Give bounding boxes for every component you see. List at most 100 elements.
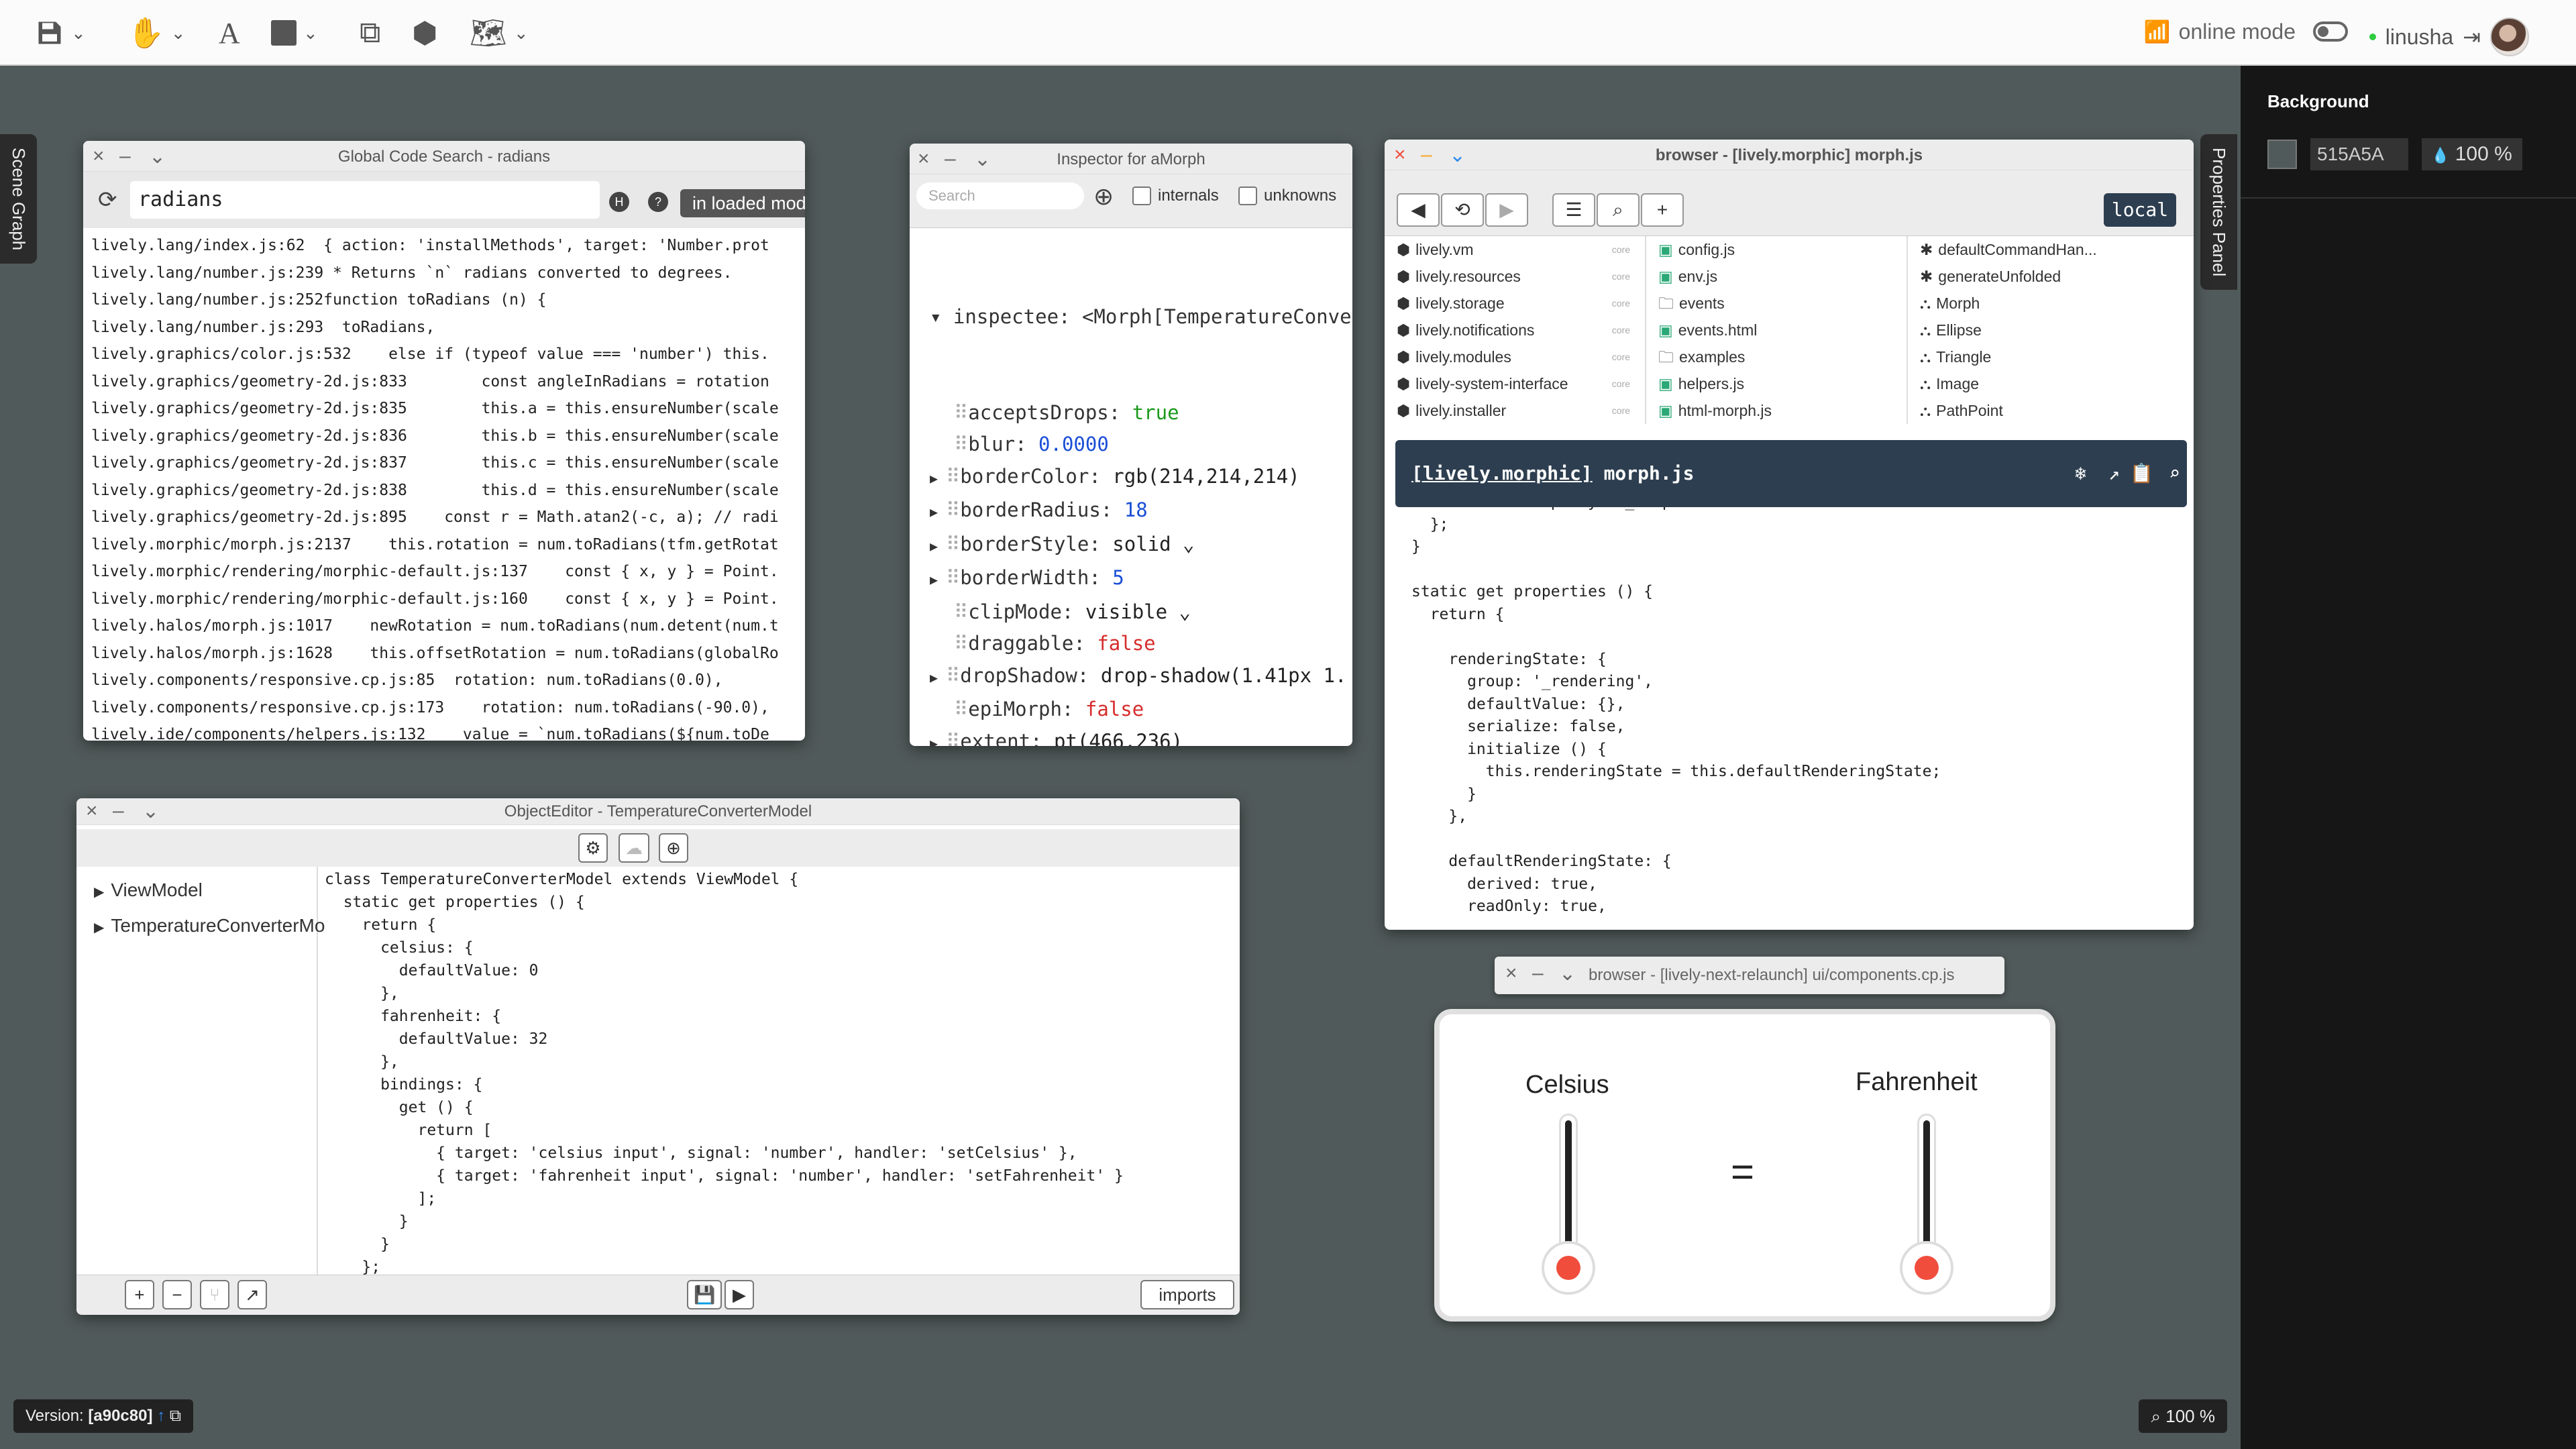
search-button[interactable]: ⌕ (1597, 193, 1640, 227)
converter-window-titlebar[interactable]: × – ⌄ browser - [lively-next-relaunch] u… (1495, 957, 2004, 994)
help-icon[interactable]: ? (648, 192, 668, 212)
hand-tool[interactable]: ✋ ⌄ (127, 15, 186, 51)
scene-graph-tab[interactable]: Scene Graph (0, 134, 37, 264)
list-button[interactable]: ☰ (1552, 193, 1595, 227)
search-result-row[interactable]: lively.halos/morph.js:1017 newRotation =… (91, 612, 779, 640)
history-button[interactable]: ⟲ (1441, 193, 1484, 227)
internals-checkbox[interactable] (1132, 186, 1151, 205)
shape-tool[interactable]: ⌄ (271, 15, 318, 51)
source-editor[interactable]: valueStoreProperty: '_morphicState' };}s… (1411, 491, 1941, 918)
search-input[interactable]: Search (916, 182, 1084, 209)
user-menu[interactable]: linusha ⇥ (2369, 17, 2529, 56)
search-result-row[interactable]: lively.morphic/rendering/morphic-default… (91, 558, 779, 586)
save-menu[interactable]: ⌄ (35, 15, 86, 51)
search-input[interactable]: radians (130, 181, 600, 219)
property-value[interactable]: drop-shadow(1.41px 1. (1101, 664, 1347, 687)
property-value[interactable]: 18 (1124, 498, 1148, 521)
property-row[interactable]: ▶ ⠿borderRadius: 18 (930, 494, 1352, 529)
property-value[interactable]: visible ⌄ (1085, 600, 1191, 623)
add-button[interactable]: + (125, 1280, 154, 1309)
module-item[interactable]: 🗀 examples (1658, 343, 1907, 370)
fahrenheit-thermometer[interactable] (1900, 1114, 1953, 1295)
search-result-row[interactable]: lively.components/responsive.cp.js:85 ro… (91, 667, 779, 694)
drag-handle-icon[interactable]: ⠿ (946, 498, 960, 521)
window-titlebar[interactable]: × – ⌄ ObjectEditor - TemperatureConverte… (76, 798, 1240, 825)
member-item[interactable]: ✱ generateUnfolded (1920, 263, 2190, 290)
drag-handle-icon[interactable]: ⠿ (954, 632, 968, 655)
expand-arrow-icon[interactable]: ▶ (930, 470, 938, 486)
package-item[interactable]: ⬢ lively.modules core (1397, 343, 1645, 370)
search-result-row[interactable]: lively.graphics/geometry-2d.js:838 this.… (91, 477, 779, 504)
property-row[interactable]: ▶ ⠿borderColor: rgb(214,214,214) (930, 461, 1352, 495)
member-item[interactable]: ⛬ Morph (1920, 290, 2190, 317)
imports-button[interactable]: imports (1140, 1280, 1234, 1309)
member-item[interactable]: ⛬ Ellipse (1920, 317, 2190, 343)
tree-root[interactable]: ▾ inspectee: <Morph[TemperatureConvert (930, 301, 1352, 333)
minimize-icon[interactable]: – (1532, 962, 1544, 985)
search-result-row[interactable]: lively.lang/index.js:62 { action: 'insta… (91, 232, 779, 260)
search-result-row[interactable]: lively.graphics/geometry-2d.js:837 this.… (91, 449, 779, 477)
search-result-row[interactable]: lively.morphic/rendering/morphic-default… (91, 586, 779, 613)
search-icon[interactable]: ⌕ (2169, 440, 2180, 507)
cloud-button[interactable]: ☁ (619, 833, 649, 863)
celsius-thermometer[interactable] (1542, 1114, 1595, 1295)
drag-handle-icon[interactable]: ⠿ (946, 566, 960, 589)
drag-handle-icon[interactable]: ⠿ (946, 533, 960, 555)
property-row[interactable]: ▶ ⠿borderStyle: solid ⌄ (930, 529, 1352, 563)
package-item[interactable]: ⬢ lively.installer core (1397, 397, 1645, 424)
upload-icon[interactable]: ↑ (157, 1407, 165, 1425)
back-button[interactable]: ◀ (1397, 193, 1440, 227)
property-value[interactable]: true (1132, 401, 1179, 424)
expand-arrow-icon[interactable]: ▶ (94, 885, 104, 900)
save-button[interactable]: 💾 (687, 1280, 722, 1309)
property-row[interactable]: ⠿blur: 0.0000 (930, 429, 1352, 461)
copy-icon[interactable]: ⧉ (170, 1407, 181, 1425)
drag-handle-icon[interactable]: ⠿ (954, 401, 968, 424)
property-row[interactable]: ⠿epiMorph: false (930, 694, 1352, 726)
package-item[interactable]: ⬢ lively.vm core (1397, 236, 1645, 263)
property-value[interactable]: 0.0000 (1038, 433, 1109, 455)
search-result-row[interactable]: lively.morphic/morph.js:2137 this.rotati… (91, 531, 779, 559)
search-result-row[interactable]: lively.lang/number.js:252function toRadi… (91, 286, 779, 314)
forward-button[interactable]: ▶ (1485, 193, 1528, 227)
window-titlebar[interactable]: × – ⌄ browser - [lively.morphic] morph.j… (1385, 140, 2194, 170)
version-badge[interactable]: Version: [a90c80] ↑ ⧉ (13, 1399, 193, 1433)
drag-handle-icon[interactable]: ⠿ (946, 730, 960, 747)
drag-handle-icon[interactable]: ⠿ (946, 664, 960, 687)
member-item[interactable]: ⛬ PathPoint (1920, 397, 2190, 424)
property-value[interactable]: 5 (1112, 566, 1124, 589)
member-item[interactable]: ✱ defaultCommandHan... (1920, 236, 2190, 263)
toggle-switch[interactable] (2313, 21, 2348, 42)
module-item[interactable]: ▣ html-morph.js (1658, 397, 1907, 424)
add-button[interactable]: + (1641, 193, 1684, 227)
property-value[interactable]: solid ⌄ (1112, 533, 1194, 555)
property-value[interactable]: false (1097, 632, 1155, 655)
close-icon[interactable]: × (1505, 962, 1517, 985)
run-button[interactable]: ▶ (724, 1280, 754, 1309)
module-item[interactable]: ▣ env.js (1658, 263, 1907, 290)
open-external-icon[interactable]: ↗ (2108, 440, 2120, 507)
search-result-row[interactable]: lively.graphics/color.js:532 else if (ty… (91, 341, 779, 368)
search-result-row[interactable]: lively.lang/number.js:239 * Returns `n` … (91, 260, 779, 287)
drag-handle-icon[interactable]: ⠿ (954, 698, 968, 720)
search-result-row[interactable]: lively.halos/morph.js:1628 this.offsetRo… (91, 640, 779, 667)
member-item[interactable]: ⛬ Image (1920, 370, 2190, 397)
property-value[interactable]: false (1085, 698, 1144, 720)
online-mode-toggle[interactable]: 📶 online mode (2144, 19, 2348, 44)
property-value[interactable]: pt(466,236) (1054, 730, 1183, 747)
member-item[interactable]: ⛬ Triangle (1920, 343, 2190, 370)
package-link[interactable]: [lively.morphic] (1411, 462, 1593, 484)
property-row[interactable]: ▶ ⠿extent: pt(466,236) (930, 726, 1352, 747)
window-titlebar[interactable]: × – ⌄ Global Code Search - radians (83, 141, 805, 172)
target-button[interactable]: ⊕ (659, 833, 688, 863)
logout-icon[interactable]: ⇥ (2463, 24, 2481, 50)
expand-arrow-icon[interactable]: ▶ (930, 669, 938, 686)
unknowns-checkbox[interactable] (1238, 186, 1257, 205)
expand-arrow-icon[interactable]: ▶ (94, 920, 104, 935)
scope-select[interactable]: in loaded modules ⌄ (680, 189, 805, 217)
color-hex-input[interactable]: 515A5A (2310, 138, 2408, 170)
expand-arrow-icon[interactable]: ▶ (930, 735, 938, 747)
class-tree-item[interactable]: ▶ ViewModel (94, 873, 317, 909)
search-result-row[interactable]: lively.ide/components/helpers.js:132 val… (91, 721, 779, 741)
expand-arrow-icon[interactable]: ▶ (930, 504, 938, 520)
